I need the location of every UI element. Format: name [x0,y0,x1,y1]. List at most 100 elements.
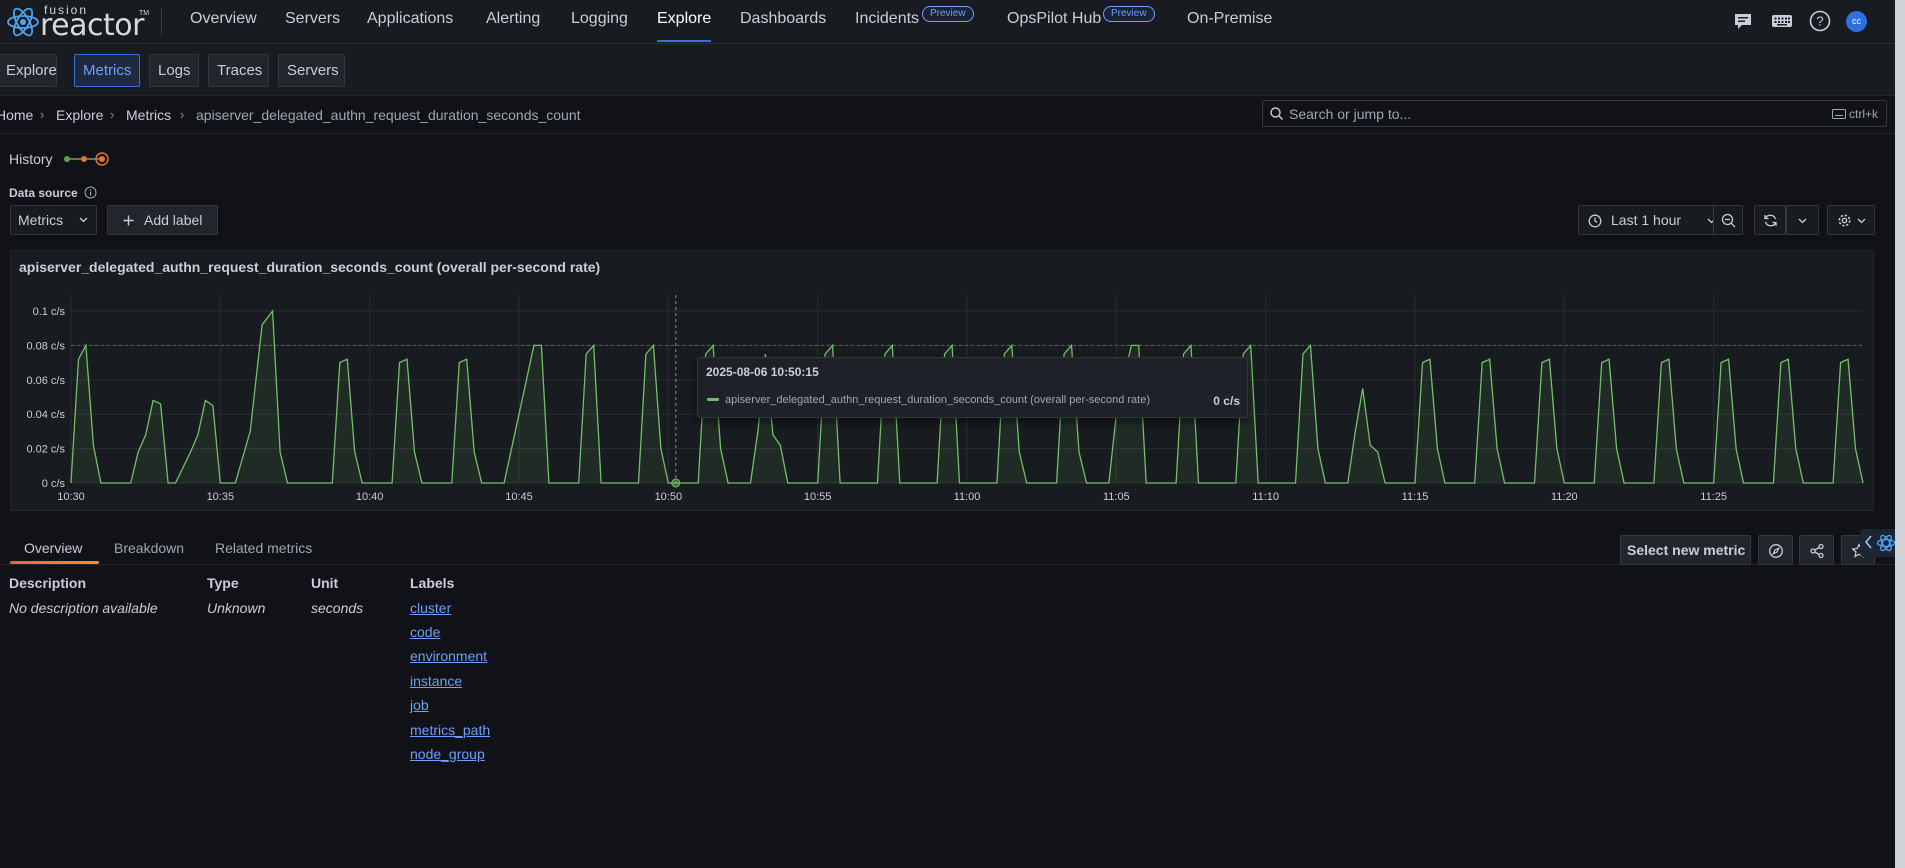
tab-overview[interactable]: Overview [24,540,82,556]
label-link-job[interactable]: job [410,697,429,713]
tabs-divider [0,564,1895,565]
nav-servers[interactable]: Servers [285,10,340,28]
tab-breakdown[interactable]: Breakdown [114,540,184,556]
nav-overview[interactable]: Overview [190,10,257,28]
datasource-label: Data source [9,186,78,200]
x-tick-label: 11:25 [1700,491,1727,503]
nav-logging[interactable]: Logging [571,10,628,28]
y-tick-label: 0.02 c/s [26,444,65,456]
nav-dashboards[interactable]: Dashboards [740,10,826,28]
chart-tooltip: 2025-08-06 10:50:15 apiserver_delegated_… [697,357,1248,418]
datasource-select[interactable]: Metrics [10,205,97,235]
svg-text:?: ? [1816,14,1823,29]
label-link-code[interactable]: code [410,624,440,640]
x-tick-label: 11:20 [1551,491,1578,503]
x-tick-label: 10:45 [505,491,533,503]
top-navbar: fusion reactor TM Overview Servers Appli… [0,0,1895,44]
help-icon[interactable]: ? [1809,10,1831,32]
label-link-node-group[interactable]: node_group [410,746,485,762]
refresh-interval-dropdown[interactable] [1786,205,1819,235]
x-tick-label: 10:40 [356,491,384,503]
subtab-traces[interactable]: Traces [208,54,269,87]
chevron-left-icon [1864,535,1872,549]
x-tick-label: 10:35 [207,491,235,503]
subtab-explore[interactable]: Explore [0,54,57,87]
chevron-down-icon [1798,218,1807,224]
logo-text-reactor: reactor [40,8,144,43]
x-tick-label: 11:10 [1252,491,1279,503]
assistant-toggle[interactable] [1860,529,1896,557]
nav-incidents[interactable]: Incidents [855,10,919,28]
chevron-down-icon [1857,218,1866,224]
tooltip-series-swatch [707,398,719,401]
breadcrumb-metrics[interactable]: Metrics [126,107,171,123]
refresh-icon [1764,214,1777,227]
nav-opspilot-hub[interactable]: OpsPilot Hub [1007,10,1101,28]
add-label-text: Add label [144,212,203,228]
explore-button[interactable] [1758,535,1793,565]
window-scrollbar[interactable] [1895,0,1905,868]
search-input[interactable]: Search or jump to... ctrl+k [1262,100,1887,127]
x-axis: 10:30 10:35 10:40 10:45 10:50 10:55 11:00 11:05… [57,491,1727,503]
nav-divider [161,8,162,36]
incidents-preview-badge: Preview [922,6,974,22]
tooltip-value: 0 c/s [1213,394,1240,408]
info-icon[interactable] [84,186,97,199]
nav-alerting[interactable]: Alerting [486,10,540,28]
chat-icon[interactable] [1732,10,1754,32]
label-link-instance[interactable]: instance [410,673,462,689]
y-tick-label: 0.08 c/s [26,340,65,352]
nav-on-premise[interactable]: On-Premise [1187,10,1272,28]
breadcrumb-explore[interactable]: Explore [56,107,103,123]
tab-related-metrics[interactable]: Related metrics [215,540,312,556]
share-button[interactable] [1799,535,1834,565]
x-tick-label: 10:55 [804,491,832,503]
add-label-button[interactable]: Add label [107,205,218,235]
label-link-cluster[interactable]: cluster [410,600,451,616]
cursor-point [671,478,681,488]
gear-icon [1838,214,1851,227]
settings-dropdown[interactable] [1827,205,1875,235]
description-header: Description [9,575,87,591]
labels-header: Labels [410,575,455,591]
share-icon [1810,543,1824,559]
y-tick-label: 0.04 c/s [26,409,65,421]
zoom-out-button[interactable] [1713,205,1743,235]
time-range-picker[interactable]: Last 1 hour [1578,205,1727,235]
select-new-metric-button[interactable]: Select new metric [1620,535,1751,565]
subtab-servers[interactable]: Servers [278,54,345,87]
history-steps-icon[interactable] [62,151,110,167]
logo-trademark: TM [139,10,150,17]
time-range-value: Last 1 hour [1611,212,1682,228]
description-value: No description available [9,600,158,616]
nav-applications[interactable]: Applications [367,10,453,28]
unit-value: seconds [311,600,364,616]
search-shortcut: ctrl+k [1831,107,1878,121]
clock-icon [1588,214,1602,228]
page: { "brand": {"top": "fusion", "main": "re… [0,0,1905,868]
keyboard-icon[interactable] [1771,10,1793,32]
avatar[interactable]: cc [1846,11,1867,32]
search-placeholder: Search or jump to... [1289,106,1412,122]
type-value: Unknown [207,600,266,616]
shortcut-label: ctrl+k [1848,107,1878,121]
tooltip-series-name: apiserver_delegated_authn_request_durati… [725,394,1151,406]
subtab-metrics[interactable]: Metrics [74,54,140,87]
y-tick-label: 0.06 c/s [26,375,65,387]
fusionreactor-logo[interactable]: fusion reactor TM [6,2,150,43]
label-link-metrics-path[interactable]: metrics_path [410,722,490,738]
nav-explore[interactable]: Explore [657,10,711,28]
x-tick-label: 11:00 [954,491,981,503]
subtab-logs[interactable]: Logs [149,54,199,87]
x-tick-label: 11:15 [1402,491,1429,503]
breadcrumb-home[interactable]: Home [0,107,33,123]
chevron-down-icon [79,217,88,223]
breadcrumb-separator: › [110,107,115,122]
label-link-environment[interactable]: environment [410,648,487,664]
atom-assistant-icon [1876,534,1896,552]
y-tick-label: 0 c/s [42,478,66,490]
refresh-button[interactable] [1754,205,1786,235]
unit-header: Unit [311,575,339,591]
opspilot-preview-badge: Preview [1103,6,1155,22]
x-tick-label: 11:05 [1103,491,1130,503]
